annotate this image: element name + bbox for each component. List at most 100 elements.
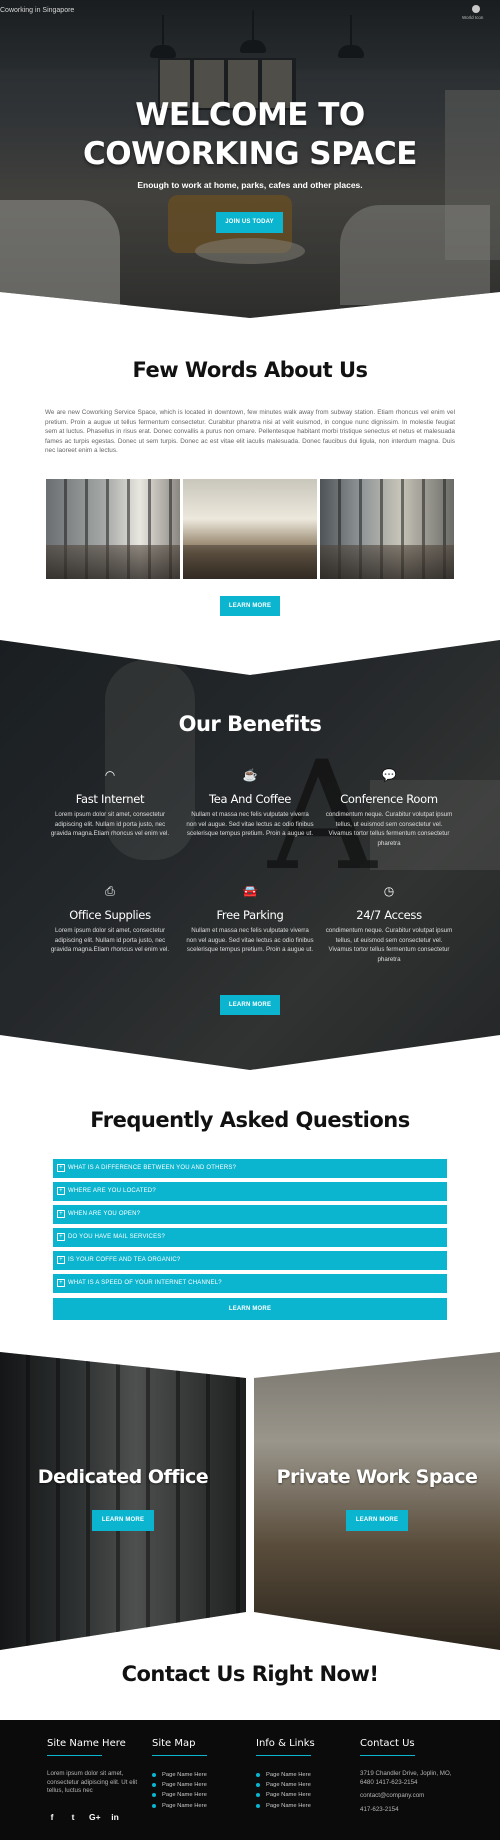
about-text: We are new Coworking Service Space, whic… [45, 409, 455, 454]
linkedin-icon[interactable]: in [110, 1812, 120, 1822]
join-us-button[interactable]: JOIN US TODAY [216, 212, 283, 233]
footer-address: 3719 Chandler Drive, Joplin, MO, 6480 14… [360, 1770, 452, 1786]
dedicated-office-title: Dedicated Office [37, 1466, 209, 1488]
footer-col-sitemap: Site Map Page Name Here Page Name Here P… [152, 1738, 252, 1811]
hero-subtitle: Enough to work at home, parks, cafes and… [137, 180, 363, 190]
google-plus-icon[interactable]: G+ [89, 1812, 101, 1822]
page: Coworking in Singapore World Icon WELCOM… [0, 0, 500, 1840]
clock-icon: ◷ [383, 884, 395, 898]
benefit-title: 24/7 Access [356, 908, 422, 922]
footer-col-about: Site Name Here Lorem ipsum dolor sit ame… [47, 1738, 147, 1822]
footer-link[interactable]: Page Name Here [152, 1780, 252, 1790]
about-title: Few Words About Us [132, 358, 368, 382]
private-workspace-panel [254, 1352, 500, 1650]
benefit-text: Lorem ipsum dolor sit amet, consectetur … [50, 927, 170, 953]
footer-link-list: Page Name Here Page Name Here Page Name … [256, 1770, 356, 1811]
benefit-tea-coffee: ☕ Tea And Coffee Nullam et massa nec fel… [186, 768, 314, 839]
faq-question: WHEN ARE YOU OPEN? [68, 1211, 141, 1217]
footer-email[interactable]: contact@company.com [360, 1792, 454, 1801]
footer-about-text: Lorem ipsum dolor sit amet, consectetur … [47, 1770, 138, 1794]
footer-link[interactable]: Page Name Here [256, 1770, 356, 1780]
benefit-free-parking: 🚘 Free Parking Nullam et massa nec felis… [186, 884, 314, 955]
panel-overlay [254, 1352, 500, 1650]
contact-title: Contact Us Right Now! [121, 1662, 379, 1686]
office-photo-1 [46, 479, 180, 579]
social-links: f t G+ in [47, 1812, 147, 1822]
footer-col-contact: Contact Us 3719 Chandler Drive, Joplin, … [360, 1738, 454, 1814]
photo-floor [320, 545, 454, 579]
benefits-learn-more-button[interactable]: LEARN MORE [220, 995, 280, 1015]
faq-item[interactable]: + IS YOUR COFFE AND TEA ORGANIC? [53, 1251, 447, 1270]
faq-item[interactable]: + WHAT IS A SPEED OF YOUR INTERNET CHANNE… [53, 1274, 447, 1293]
benefit-text: Nullam et massa nec felis vulputate vive… [186, 927, 314, 953]
benefit-title: Tea And Coffee [208, 792, 292, 806]
plus-icon: + [57, 1210, 65, 1218]
benefit-conference-room: 💬 Conference Room condimentum neque. Cur… [325, 768, 453, 848]
faq-question: WHAT IS A DIFFERENCE BETWEEN YOU AND OTH… [68, 1165, 237, 1171]
footer-link[interactable]: Page Name Here [256, 1801, 356, 1811]
twitter-icon[interactable]: t [68, 1812, 78, 1822]
benefit-fast-internet: ◠ Fast Internet Lorem ipsum dolor sit am… [46, 768, 174, 839]
benefit-text: condimentum neque. Curabitur volutpat ip… [325, 927, 453, 963]
benefit-title: Conference Room [340, 792, 438, 806]
globe-icon[interactable] [472, 5, 480, 13]
footer-link-list: Page Name Here Page Name Here Page Name … [152, 1770, 252, 1811]
benefit-title: Fast Internet [75, 792, 145, 806]
footer-link[interactable]: Page Name Here [256, 1790, 356, 1800]
coffee-icon: ☕ [242, 768, 258, 782]
plus-icon: + [57, 1187, 65, 1195]
footer-col-title: Site Map [152, 1738, 207, 1756]
panel-overlay [0, 1352, 246, 1650]
photo-floor [183, 545, 317, 579]
site-brand-link[interactable]: Coworking in Singapore [0, 7, 74, 14]
faq-item[interactable]: + WHERE ARE YOU LOCATED? [53, 1182, 447, 1201]
footer-col-title: Site Name Here [47, 1738, 126, 1756]
faq-question: IS YOUR COFFE AND TEA ORGANIC? [68, 1257, 181, 1263]
footer-link[interactable]: Page Name Here [152, 1790, 252, 1800]
chat-icon: 💬 [381, 768, 397, 782]
photo-floor [46, 545, 180, 579]
hero-title: WELCOME TO COWORKING SPACE [0, 96, 500, 174]
faq-item[interactable]: + DO YOU HAVE MAIL SERVICES? [53, 1228, 447, 1247]
faq-title: Frequently Asked Questions [90, 1108, 410, 1132]
private-workspace-button[interactable]: LEARN MORE [346, 1510, 408, 1531]
car-icon: 🚘 [242, 884, 258, 898]
office-photo-2 [183, 479, 317, 579]
footer-col-title: Info & Links [256, 1738, 315, 1756]
dedicated-office-panel [0, 1352, 246, 1650]
office-photo-3 [320, 479, 454, 579]
faq-question: WHAT IS A SPEED OF YOUR INTERNET CHANNEL… [68, 1280, 222, 1286]
wifi-icon: ◠ [104, 768, 116, 782]
benefit-text: Lorem ipsum dolor sit amet, consectetur … [50, 811, 170, 837]
benefit-text: condimentum neque. Curabitur volutpat ip… [325, 811, 453, 847]
hero-title-line2: COWORKING SPACE [83, 136, 417, 172]
about-learn-more-button[interactable]: LEARN MORE [220, 596, 280, 616]
faq-item[interactable]: + WHEN ARE YOU OPEN? [53, 1205, 447, 1224]
facebook-icon[interactable]: f [47, 1812, 57, 1822]
faq-question: WHERE ARE YOU LOCATED? [68, 1188, 156, 1194]
benefit-title: Free Parking [216, 908, 284, 922]
plus-icon: + [57, 1164, 65, 1172]
footer-link[interactable]: Page Name Here [152, 1770, 252, 1780]
benefit-text: Nullam et massa nec felis vulputate vive… [186, 811, 314, 837]
top-icon-label: World Icon [462, 15, 484, 20]
private-workspace-title: Private Work Space [276, 1466, 478, 1488]
footer-col-title: Contact Us [360, 1738, 415, 1756]
footer-col-info: Info & Links Page Name Here Page Name He… [256, 1738, 356, 1811]
plus-icon: + [57, 1279, 65, 1287]
dedicated-office-button[interactable]: LEARN MORE [92, 1510, 154, 1531]
faq-learn-more-button[interactable]: LEARN MORE [53, 1298, 447, 1320]
printer-icon: ⎙ [105, 884, 115, 898]
footer-phone: 417-623-2154 [360, 1805, 399, 1813]
faq-item[interactable]: + WHAT IS A DIFFERENCE BETWEEN YOU AND OT… [53, 1159, 447, 1178]
hero-title-line1: WELCOME TO [135, 97, 365, 133]
plus-icon: + [57, 1233, 65, 1241]
benefit-office-supplies: ⎙ Office Supplies Lorem ipsum dolor sit … [46, 884, 174, 955]
faq-question: DO YOU HAVE MAIL SERVICES? [68, 1234, 166, 1240]
benefits-title: Our Benefits [178, 712, 322, 736]
footer-link[interactable]: Page Name Here [152, 1801, 252, 1811]
benefit-247-access: ◷ 24/7 Access condimentum neque. Curabit… [325, 884, 453, 964]
plus-icon: + [57, 1256, 65, 1264]
benefit-title: Office Supplies [69, 908, 151, 922]
footer-link[interactable]: Page Name Here [256, 1780, 356, 1790]
